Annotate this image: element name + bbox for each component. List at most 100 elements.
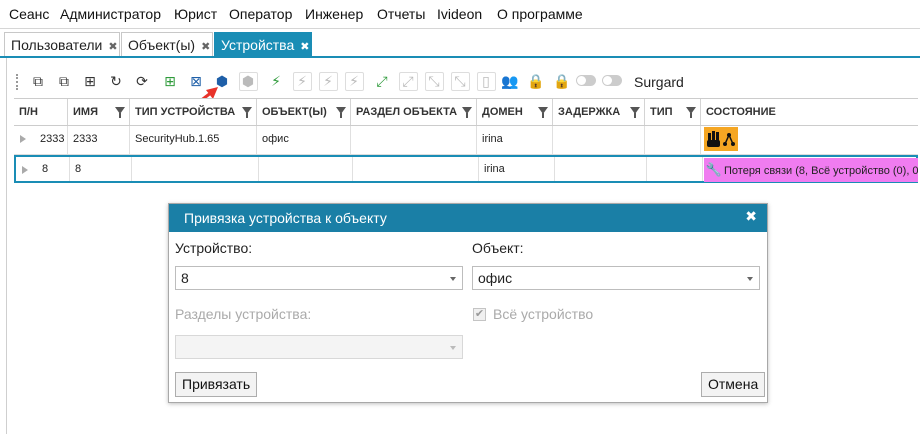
filter-icon[interactable] [336,107,346,118]
device-select-value: 8 [181,270,189,286]
event-icon: ⚡ [292,71,312,91]
menu-ivideon[interactable]: Ivideon [437,6,482,22]
copy-icon[interactable]: ⧉ [28,71,48,91]
tab-label: Объект(ы) [128,37,196,53]
cell-name: 8 [70,157,132,181]
toggle-off-icon[interactable] [576,75,596,86]
state-badge [704,127,738,151]
column-header-delay[interactable]: ЗАДЕРЖКА [553,99,645,125]
chevron-down-icon [450,277,456,281]
whole-device-label: Всё устройство [493,306,594,322]
filter-icon[interactable] [686,107,696,118]
copy-all-icon[interactable]: ⧉ [54,71,74,91]
state-text: Потеря связи (8, Всё устройство (0), 0) [724,165,918,177]
toggle-off-icon[interactable] [602,75,622,86]
menu-operator[interactable]: Оператор [229,6,292,22]
protocol-label: Surgard [634,74,684,90]
dialog-title: Привязка устройства к объекту [184,210,387,226]
cell-device-type [132,157,259,181]
object-select[interactable]: офис [472,266,760,290]
menu-lawyer[interactable]: Юрист [174,6,217,22]
lock-icon[interactable]: 🔒 [526,71,546,91]
expand-row-icon[interactable] [20,135,26,143]
close-icon[interactable]: ✖ [300,41,309,53]
cell-type [645,126,701,154]
column-header-type[interactable]: ТИП [645,99,701,125]
filter-icon[interactable] [538,107,548,118]
menu-administrator[interactable]: Администратор [60,6,161,22]
menu-session[interactable]: Сеанс [9,6,49,22]
cell-delay [555,157,647,181]
add-network-icon[interactable]: ⊞ [160,71,180,91]
column-header-device-type[interactable]: ТИП УСТРОЙСТВА [130,99,257,125]
chevron-down-icon [747,277,753,281]
close-icon[interactable]: ✖ [108,41,117,53]
timer-refresh-icon[interactable]: ⟳ [132,71,152,91]
state-lost-connection: 🔧 Потеря связи (8, Всё устройство (0), 0) [704,158,918,182]
cell-domain: irina [477,126,553,154]
close-icon[interactable]: ✖ [201,41,210,53]
filter-icon[interactable] [462,107,472,118]
filter-icon[interactable] [242,107,252,118]
tab-objects[interactable]: Объект(ы) ✖ [121,32,213,56]
menu-engineer[interactable]: Инженер [305,6,363,22]
dialog-header: Привязка устройства к объекту ✖ [169,204,767,232]
cell-device-type: SecurityHub.1.65 [130,126,257,154]
toolbar-grip[interactable] [16,74,20,90]
event-delete-icon: ⚡ [344,71,364,91]
column-header-state[interactable]: СОСТОЯНИЕ [701,99,918,125]
device-tree-icon[interactable]: ⊞ [80,71,100,91]
tab-users[interactable]: Пользователи ✖ [4,32,120,56]
tab-devices[interactable]: Устройства ✖ [214,32,312,56]
object-select-value: офис [478,270,513,286]
cell-section [351,126,477,154]
menu-about[interactable]: О программе [497,6,583,22]
table-row-selected[interactable]: 8 8 irina 🔧 Потеря связи (8, Всё устройст… [14,155,918,183]
filter-icon[interactable] [115,107,125,118]
sections-label: Разделы устройства: [175,306,312,322]
column-header-domain[interactable]: ДОМЕН [477,99,553,125]
device-label: Устройство: [175,240,253,256]
close-icon[interactable]: ✖ [745,208,757,225]
column-header-name[interactable]: ИМЯ [68,99,130,125]
cell-pn: 2333 [36,126,68,154]
event-edit-icon: ⚡ [318,71,338,91]
column-header-objects[interactable]: ОБЪЕКТ(Ы) [257,99,351,125]
users-icon[interactable]: 👥 [500,71,520,91]
table-row[interactable]: 2333 2333 SecurityHub.1.65 офис irina [14,126,918,155]
tab-label: Пользователи [11,37,103,53]
refresh-icon[interactable]: ↻ [106,71,126,91]
whole-device-checkbox: ✔ [473,308,486,321]
cell-object [259,157,353,181]
tab-bar: Пользователи ✖ Объект(ы) ✖ Устройства ✖ [0,29,920,58]
cell-domain: irina [479,157,555,181]
shrink-disabled-icon: ⤡ [424,71,444,91]
cell-name: 2333 [68,126,130,154]
grid-header: П/Н ИМЯ ТИП УСТРОЙСТВА ОБЪЕКТ(Ы) РАЗДЕЛ … [14,99,918,126]
expand-row-icon[interactable] [22,166,28,174]
lock-alt-icon[interactable]: 🔒 [552,71,572,91]
column-header-pn[interactable]: П/Н [14,99,68,125]
collapse-disabled-icon: ⤡ [450,71,470,91]
add-event-icon[interactable]: ⚡ [266,71,286,91]
devices-grid: П/Н ИМЯ ТИП УСТРОЙСТВА ОБЪЕКТ(Ы) РАЗДЕЛ … [14,98,918,183]
cell-pn: 8 [38,157,70,181]
cell-delay [553,126,645,154]
chevron-down-icon [450,346,456,350]
column-header-section[interactable]: РАЗДЕЛ ОБЪЕКТА [351,99,477,125]
cell-section [353,157,479,181]
bind-device-dialog: Привязка устройства к объекту ✖ Устройст… [168,203,768,403]
unbind-device-icon: ⬢ [238,71,258,91]
cancel-button[interactable]: Отмена [701,372,766,397]
device-select[interactable]: 8 [175,266,463,290]
menu-bar: Сеанс Администратор Юрист Оператор Инжен… [0,0,920,29]
expand-disabled-icon: ⤢ [398,71,418,91]
bind-button[interactable]: Привязать [175,372,258,397]
cell-type [647,157,703,181]
menu-reports[interactable]: Отчеты [377,6,425,22]
toolbar: ⧉ ⧉ ⊞ ↻ ⟳ ⊞ ⊠ ⬢ ⬢ ⚡ ⚡ ⚡ ⚡ ⤢ ⤢ ⤡ ⤡ ▯ 👥 🔒 … [6,66,918,96]
cell-object: офис [257,126,351,154]
expand-icon[interactable]: ⤢ [372,71,392,91]
filter-icon[interactable] [630,107,640,118]
tab-label: Устройства [221,37,295,53]
